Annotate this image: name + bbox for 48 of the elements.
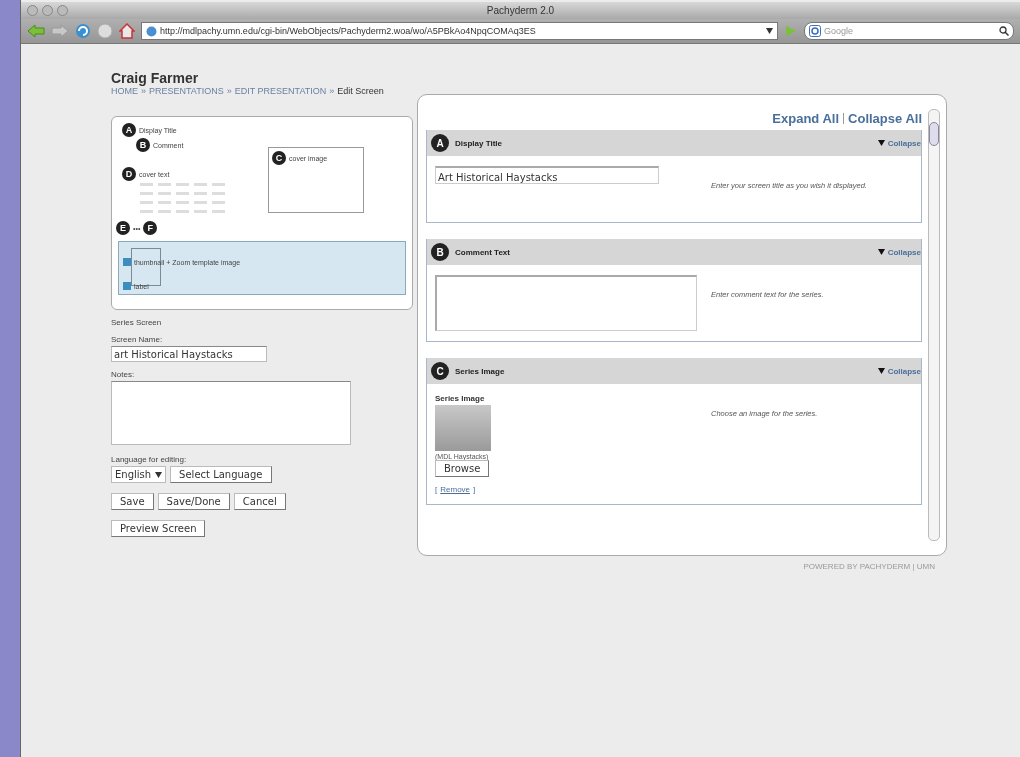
collapse-toggle[interactable]: Collapse: [877, 366, 921, 376]
breadcrumb-current: Edit Screen: [337, 86, 384, 96]
search-placeholder: Google: [824, 26, 854, 36]
expand-all-link[interactable]: Expand All: [772, 111, 840, 126]
section-title: Display Title: [455, 138, 503, 148]
footer-text: POWERED BY PACHYDERM | UMN: [803, 562, 935, 571]
template-name: Series Screen: [111, 318, 163, 327]
marker-badge: C: [272, 151, 286, 165]
marker-badge: A: [122, 123, 136, 137]
field-label: Language for editing:: [111, 455, 188, 464]
select-value: English: [115, 469, 152, 480]
section-badge: B: [431, 243, 449, 261]
user-name: Craig Farmer: [111, 70, 200, 86]
window-title: Pachyderm 2.0: [486, 5, 555, 16]
breadcrumb-link[interactable]: HOME: [111, 86, 138, 96]
marker-badge: F: [143, 221, 158, 235]
bracket-text: ]: [473, 485, 476, 494]
language-select[interactable]: English: [111, 466, 167, 483]
screen-name-field[interactable]: art Historical Haystacks: [111, 346, 267, 362]
breadcrumb-separator: »: [329, 86, 335, 96]
url-text: http://mdlpachy.umn.edu/cgi-bin/WebObjects/Pachyderm2.woa/wo/A5PBkAo4NpqCOMAq3ES: [160, 26, 537, 36]
marker-badge: E: [116, 221, 130, 235]
bracket-text: [: [435, 485, 438, 494]
breadcrumb-separator: »: [141, 86, 146, 96]
form-button[interactable]: Cancel: [233, 493, 286, 510]
select-language-button[interactable]: Select Language: [170, 466, 272, 483]
collapse-toggle[interactable]: Collapse: [877, 247, 921, 257]
marker-badge: D: [122, 167, 136, 181]
section-badge: A: [431, 134, 449, 152]
collapse-toggle[interactable]: Collapse: [877, 138, 921, 148]
section-title: Comment Text: [455, 247, 511, 257]
breadcrumb-separator: »: [226, 86, 232, 96]
form-button[interactable]: Save: [111, 493, 154, 510]
marker-badge: B: [136, 138, 150, 152]
field-label: Series Image: [435, 394, 485, 403]
address-field[interactable]: http://mdlpachy.umn.edu/cgi-bin/WebObjects/Pachyderm2.woa/wo/A5PBkAo4NpqCOMAq3ES: [141, 22, 778, 40]
remove-link[interactable]: Remove: [440, 485, 471, 494]
section-title: Series Image: [455, 366, 506, 376]
browse-button[interactable]: Browse: [435, 460, 490, 477]
section-badge: C: [431, 362, 449, 380]
field-label: Notes:: [111, 370, 136, 379]
preview-button[interactable]: Preview Screen: [111, 520, 206, 537]
form-button[interactable]: Save/Done: [157, 493, 230, 510]
collapse-all-link[interactable]: Collapse All: [848, 111, 922, 126]
title-field[interactable]: Art Historical Haystacks: [435, 166, 659, 184]
breadcrumb-link[interactable]: EDIT PRESENTATION: [234, 86, 327, 96]
breadcrumb-link[interactable]: PRESENTATIONS: [149, 86, 224, 96]
field-label: Screen Name:: [111, 335, 164, 344]
